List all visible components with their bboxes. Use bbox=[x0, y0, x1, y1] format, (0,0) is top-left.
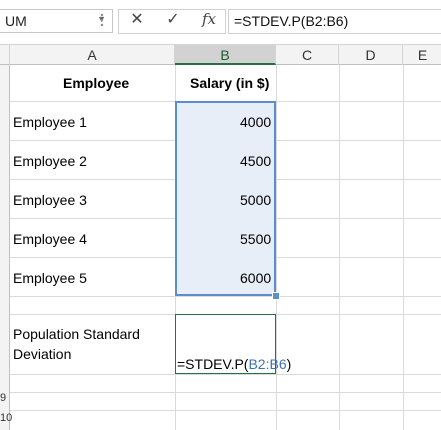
cell-a8-line2[interactable]: Deviation bbox=[13, 346, 71, 362]
cell-a2[interactable]: Employee 1 bbox=[13, 114, 87, 130]
formula-buttons: ✕ ✓ fx bbox=[118, 9, 226, 34]
cell-b1[interactable]: Salary (in $) bbox=[190, 75, 269, 91]
cell-b2[interactable]: 4000 bbox=[240, 114, 271, 130]
row-header-10[interactable]: 10 bbox=[0, 412, 12, 424]
name-box[interactable]: UM ▼ bbox=[0, 9, 113, 33]
formula-value: =STDEV.P(B2:B6) bbox=[234, 13, 349, 29]
column-header-d[interactable]: D bbox=[339, 45, 403, 65]
column-header-b[interactable]: B bbox=[175, 45, 276, 65]
name-box-value: UM bbox=[5, 13, 27, 29]
drag-handle-icon[interactable] bbox=[100, 11, 104, 29]
insert-function-icon[interactable]: fx bbox=[195, 10, 223, 32]
column-header-row: A B C D E bbox=[0, 44, 441, 65]
column-header-a[interactable]: A bbox=[10, 45, 175, 65]
cell-b4[interactable]: 5000 bbox=[240, 192, 271, 208]
cell-b3[interactable]: 4500 bbox=[240, 153, 271, 169]
row-header-column: 9 10 bbox=[0, 65, 12, 430]
cell-a6[interactable]: Employee 5 bbox=[13, 270, 87, 286]
enter-icon[interactable]: ✓ bbox=[159, 9, 187, 31]
formula-input[interactable]: =STDEV.P(B2:B6) bbox=[228, 9, 441, 34]
cell-a5[interactable]: Employee 4 bbox=[13, 231, 87, 247]
cell-a3[interactable]: Employee 2 bbox=[13, 153, 87, 169]
cell-a1[interactable]: Employee bbox=[63, 75, 129, 91]
formula-bar: UM ▼ ✕ ✓ fx =STDEV.P(B2:B6) bbox=[0, 0, 441, 42]
select-all-corner[interactable] bbox=[0, 45, 10, 65]
cancel-icon[interactable]: ✕ bbox=[123, 9, 151, 31]
cell-b5[interactable]: 5500 bbox=[240, 231, 271, 247]
range-reference: B2:B6 bbox=[248, 356, 287, 372]
cell-a4[interactable]: Employee 3 bbox=[13, 192, 87, 208]
cell-b6[interactable]: 6000 bbox=[240, 270, 271, 286]
column-header-c[interactable]: C bbox=[276, 45, 339, 65]
cell-grid[interactable]: Employee Salary (in $) Employee 1 4000 E… bbox=[10, 65, 441, 430]
row-header-9[interactable]: 9 bbox=[0, 392, 10, 404]
cell-a8-line1[interactable]: Population Standard bbox=[13, 326, 140, 342]
fill-handle[interactable] bbox=[272, 292, 280, 300]
cell-b8-edit-text[interactable]: =STDEV.P(B2:B6) bbox=[177, 356, 291, 372]
column-header-e[interactable]: E bbox=[403, 45, 441, 65]
